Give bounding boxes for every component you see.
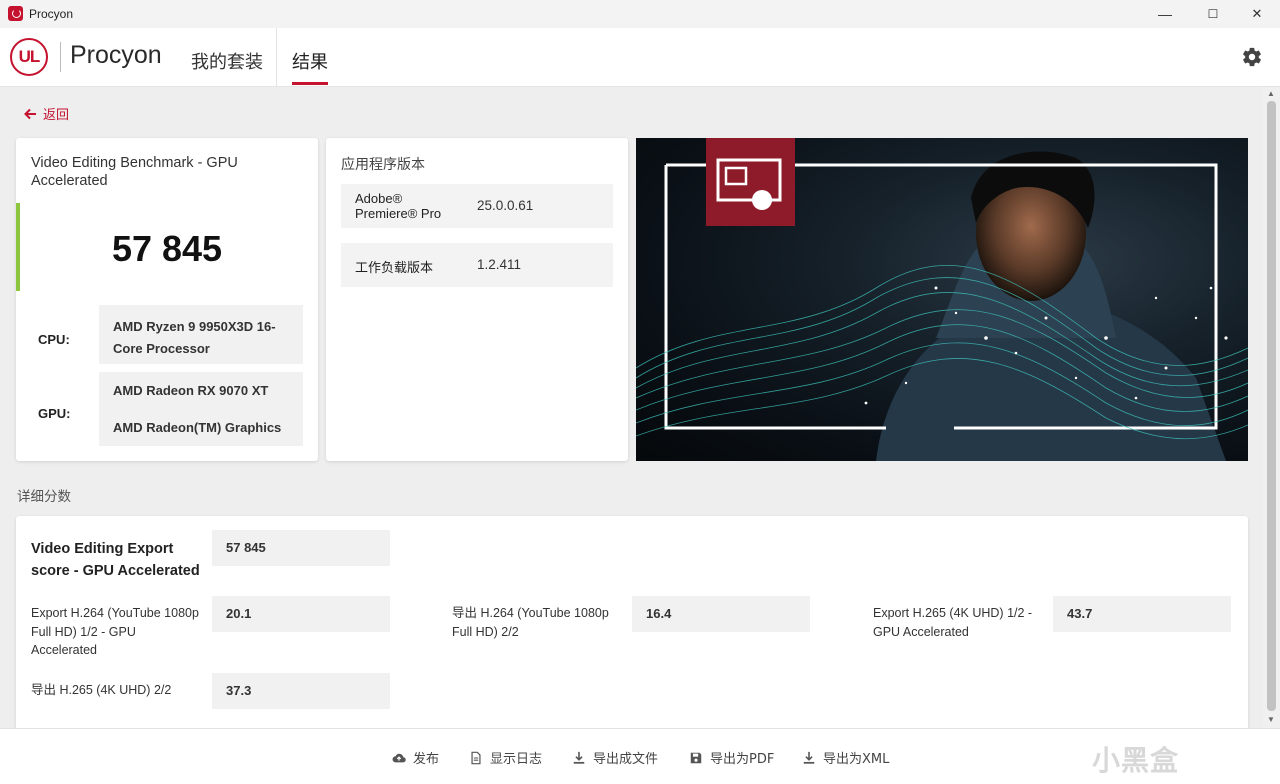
back-label: 返回	[43, 108, 70, 123]
window-title: Procyon	[29, 7, 74, 21]
brand-name: Procyon	[70, 41, 162, 69]
main-score-label: Video Editing Export score - GPU Acceler…	[31, 541, 200, 579]
detail-scores-card: Video Editing Export score - GPU Acceler…	[16, 516, 1248, 728]
app-header: UL Procyon 我的套装 结果	[0, 28, 1280, 87]
tab-my-suites[interactable]: 我的套装	[191, 48, 263, 74]
cpu-label: CPU:	[38, 332, 70, 347]
export-file-button[interactable]: 导出成文件	[572, 748, 658, 767]
export-pdf-label: 导出为PDF	[710, 752, 775, 767]
detail-item-value: 37.3	[212, 673, 390, 709]
save-icon	[690, 752, 702, 763]
gpu-value-box: AMD Radeon RX 9070 XT AMD Radeon(TM) Gra…	[99, 372, 303, 446]
scroll-up-icon[interactable]: ▲	[1267, 89, 1275, 98]
detail-item-value: 16.4	[632, 596, 810, 632]
tab-results[interactable]: 结果	[292, 48, 328, 74]
benchmark-hero-image	[636, 138, 1248, 461]
ul-logo: UL	[10, 38, 48, 76]
maximize-button[interactable]: ☐	[1190, 0, 1236, 28]
show-log-label: 显示日志	[490, 752, 543, 767]
export-xml-button[interactable]: 导出为XML	[802, 748, 889, 767]
publish-button[interactable]: 发布	[392, 748, 439, 767]
detail-item-label: 导出 H.265 (4K UHD) 2/2	[31, 683, 172, 697]
logo-divider	[60, 42, 61, 72]
hero-illustration	[636, 138, 1248, 461]
export-xml-label: 导出为XML	[823, 752, 890, 767]
version-value: 1.2.411	[477, 257, 522, 272]
minimize-button[interactable]: —	[1142, 0, 1188, 28]
close-button[interactable]: ✕	[1234, 0, 1280, 28]
procyon-app-icon	[8, 6, 23, 21]
vertical-scrollbar[interactable]: ▲ ▼	[1263, 87, 1280, 728]
show-log-button[interactable]: 显示日志	[469, 748, 542, 767]
cloud-upload-icon	[392, 753, 406, 762]
app-version-title: 应用程序版本	[341, 157, 425, 173]
gpu-label: GPU:	[38, 406, 71, 421]
action-footer: 发布 显示日志 导出成文件 导出为PDF 导出为XML 小黑盒	[0, 728, 1280, 784]
watermark: 小黑盒	[1092, 745, 1180, 776]
detail-item-label: Export H.265 (4K UHD) 1/2 - GPU Accelera…	[873, 606, 1033, 639]
export-pdf-button[interactable]: 导出为PDF	[689, 748, 774, 767]
version-row: 工作负载版本 1.2.411	[341, 243, 613, 287]
gpu-value-primary: AMD Radeon RX 9070 XT	[113, 383, 269, 398]
cpu-value: AMD Ryzen 9 9950X3D 16-Core Processor	[99, 305, 303, 364]
export-file-label: 导出成文件	[593, 752, 659, 767]
gpu-value-secondary: AMD Radeon(TM) Graphics	[113, 420, 282, 435]
main-score-value: 57 845	[212, 530, 390, 566]
settings-gear-icon[interactable]	[1241, 46, 1263, 68]
nav-divider	[276, 28, 277, 86]
window-titlebar: Procyon — ☐ ✕	[0, 0, 1280, 29]
back-link[interactable]: 返回	[24, 104, 69, 123]
benchmark-title: Video Editing Benchmark - GPU Accelerate…	[31, 155, 238, 189]
scroll-down-icon[interactable]: ▼	[1267, 715, 1275, 724]
publish-label: 发布	[413, 752, 440, 767]
benchmark-score-card: Video Editing Benchmark - GPU Accelerate…	[16, 138, 318, 461]
scroll-thumb[interactable]	[1267, 101, 1276, 711]
version-value: 25.0.0.61	[477, 198, 534, 213]
version-key: Adobe® Premiere® Pro	[355, 191, 442, 221]
detail-item-label: Export H.264 (YouTube 1080p Full HD) 1/2…	[31, 606, 199, 657]
version-key: 工作负载版本	[355, 261, 434, 276]
detail-item-value: 43.7	[1053, 596, 1231, 632]
version-row: Adobe® Premiere® Pro 25.0.0.61	[341, 184, 613, 228]
document-icon	[471, 751, 481, 764]
arrow-left-icon	[24, 108, 36, 119]
detail-scores-label: 详细分数	[17, 489, 71, 505]
download-icon	[573, 751, 585, 764]
active-tab-indicator	[292, 82, 328, 85]
download-icon	[803, 751, 815, 764]
detail-item-label: 导出 H.264 (YouTube 1080p Full HD) 2/2	[452, 606, 609, 639]
results-content: 返回 Video Editing Benchmark - GPU Acceler…	[0, 87, 1263, 728]
app-version-card: 应用程序版本 Adobe® Premiere® Pro 25.0.0.61 工作…	[326, 138, 628, 461]
detail-item-value: 20.1	[212, 596, 390, 632]
benchmark-score: 57 845	[111, 228, 223, 269]
